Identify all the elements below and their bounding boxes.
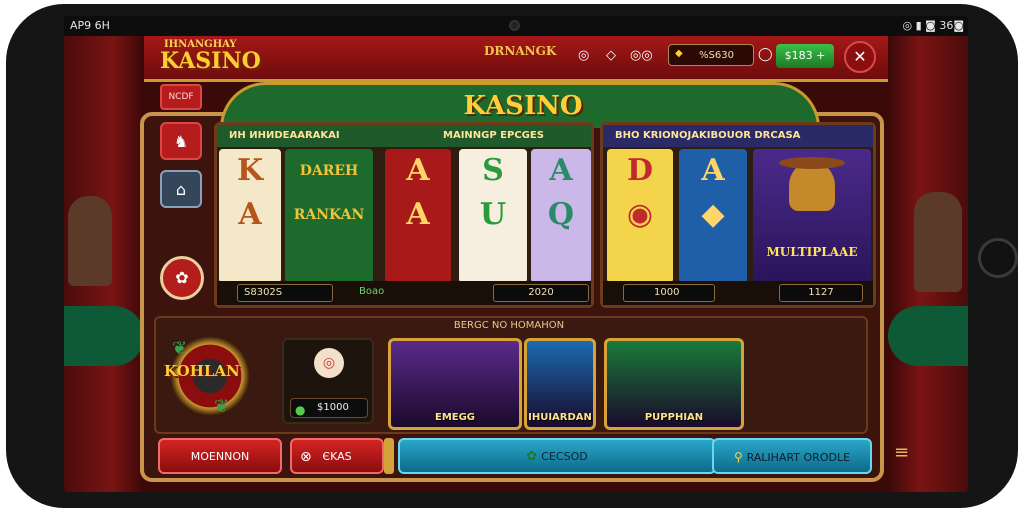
- game-thumb[interactable]: IHUIARDAN: [524, 338, 596, 430]
- reel-symbol: A: [701, 153, 725, 188]
- panel-header: BHO KRIONOJAKIBOUOR DRCASA: [603, 125, 873, 147]
- reel: D ◉: [607, 149, 673, 283]
- game-thumb-label: IHUIARDAN: [528, 412, 592, 423]
- deposit-button[interactable]: $183 +: [776, 44, 834, 68]
- ring-icon[interactable]: ◯: [758, 47, 773, 62]
- coin-balance[interactable]: ◆ %S630: [668, 44, 754, 66]
- balance-chip[interactable]: 1000: [623, 284, 715, 302]
- character-label: MULTIPLAAE: [766, 245, 858, 259]
- reel-symbol: ◆: [701, 197, 725, 232]
- bonus-chip: Boao: [359, 286, 385, 297]
- leaf-icon: ❦: [172, 338, 188, 359]
- reel: DAREH RANKAN: [285, 149, 373, 283]
- hamburger-icon[interactable]: ≡: [894, 442, 909, 463]
- game-thumb[interactable]: EMEGG: [388, 338, 522, 430]
- slot-panel-right[interactable]: BHO KRIONOJAKIBOUOR DRCASA D ◉ A ◆ MULTIPL…: [600, 122, 876, 308]
- hat-icon: [779, 157, 845, 169]
- game-title: KASINO: [463, 91, 583, 121]
- reel-symbol: DAREH: [299, 163, 359, 179]
- right-button[interactable]: ⚲ RALIHART ORODLE: [712, 438, 872, 474]
- chip-icon: ◎: [314, 348, 344, 378]
- brand-logo[interactable]: KASINO: [160, 48, 261, 74]
- store-icon[interactable]: ⌂: [160, 170, 202, 208]
- game-thumb-label: PUPPHIAN: [644, 412, 704, 423]
- camera-icon: [509, 20, 520, 31]
- menu-button[interactable]: NCDF: [160, 84, 202, 110]
- panel-header: ИН ИНИDЕАARAKAI MAINNGP EPCGES: [217, 125, 591, 147]
- diamond-icon[interactable]: ◇: [606, 48, 616, 63]
- main-button[interactable]: MOENNON: [158, 438, 282, 474]
- status-left: AP9 6H: [70, 19, 110, 32]
- character-reel: MULTIPLAAE: [753, 149, 871, 283]
- bet-chip[interactable]: 1127: [779, 284, 863, 302]
- mini-amount: ● $1000: [290, 398, 368, 418]
- reel-symbol: S: [482, 153, 504, 188]
- tools-icon[interactable]: ✕: [844, 41, 876, 73]
- game-thumb-label: EMEGG: [434, 412, 476, 423]
- reel: A ◆: [679, 149, 747, 283]
- reel-symbol: Q: [547, 197, 575, 232]
- center-button[interactable]: ✿ CECSOD: [398, 438, 716, 474]
- mini-bonus-card[interactable]: ◎ ● $1000: [282, 338, 374, 424]
- brand-center-logo: DRNANGK: [484, 44, 557, 58]
- balance-chip[interactable]: S8302S: [237, 284, 333, 302]
- divider: [384, 438, 394, 474]
- reel: SU: [459, 149, 527, 283]
- reel: AA: [385, 149, 451, 283]
- reel-symbol: A: [406, 197, 430, 232]
- panel-title: ИН ИНИDЕАARAKAI: [229, 130, 340, 141]
- background-person: [68, 196, 112, 286]
- center-button-label: CECSOD: [541, 450, 588, 463]
- coin-value: %S630: [699, 50, 734, 61]
- chip-icon: ⊗: [300, 449, 312, 465]
- game-thumb[interactable]: PUPPHIAN: [604, 338, 744, 430]
- toggle-icon[interactable]: ◎: [578, 48, 589, 63]
- secondary-button-label: ЄKAS: [322, 450, 352, 463]
- reel-symbol: A: [406, 153, 430, 188]
- panel-footer: 1000 1127: [603, 281, 873, 305]
- leaf-icon: ❦: [214, 396, 230, 417]
- home-button[interactable]: [978, 238, 1018, 278]
- reel: KA: [219, 149, 281, 283]
- roulette-label[interactable]: KOHLAN: [164, 362, 264, 380]
- table-left: [64, 306, 144, 366]
- game-screen: AP9 6H ◎ ▮ ◙ 36◙ IHNANGHAY KASINO DRNANG…: [64, 16, 968, 492]
- bet-chip[interactable]: 2020: [493, 284, 589, 302]
- reel-symbol: D: [626, 153, 653, 188]
- table-right: [888, 306, 968, 366]
- reel-symbol: A: [549, 153, 573, 188]
- panel-subtitle: MAINNGP EPCGES: [443, 130, 544, 141]
- section-label: BERGC NO HOMAHON: [453, 320, 565, 331]
- reel-symbol: A: [238, 197, 262, 232]
- slot-panel-left[interactable]: ИН ИНИDЕАARAKAI MAINNGP EPCGES KA DAREH R…: [214, 122, 594, 308]
- mini-amount-value: $1000: [317, 402, 349, 413]
- reel: AQ: [531, 149, 591, 283]
- panel-footer: S8302S Boao 2020: [217, 281, 591, 305]
- coin-icon: ●: [295, 403, 306, 417]
- pin-icon: ⚲: [733, 450, 747, 464]
- right-button-label: RALIHART ORODLE: [746, 451, 851, 464]
- panel-title: BHO KRIONOJAKIBOUOR DRCASA: [615, 130, 801, 141]
- background-person: [914, 192, 962, 292]
- status-bar: AP9 6H ◎ ▮ ◙ 36◙: [64, 16, 968, 36]
- phone-frame: AP9 6H ◎ ▮ ◙ 36◙ IHNANGHAY KASINO DRNANG…: [6, 4, 1018, 508]
- secondary-button[interactable]: ⊗ ЄKAS: [290, 438, 384, 474]
- gift-icon[interactable]: ✿: [160, 256, 204, 300]
- clover-icon: ✿: [526, 449, 542, 464]
- reel-symbol: U: [479, 197, 507, 232]
- status-right: ◎ ▮ ◙ 36◙: [902, 19, 964, 32]
- top-bar: IHNANGHAY KASINO DRNANGK ◎ ◇ ◎◎ ◆ %S630 …: [144, 36, 888, 82]
- coin-icon: ◆: [675, 48, 683, 59]
- reel-symbol: RANKAN: [293, 207, 365, 223]
- glasses-icon[interactable]: ◎◎: [630, 48, 653, 63]
- reel-symbol: ◉: [626, 197, 654, 232]
- bell-icon[interactable]: ♞: [160, 122, 202, 160]
- reel-symbol: K: [236, 153, 264, 188]
